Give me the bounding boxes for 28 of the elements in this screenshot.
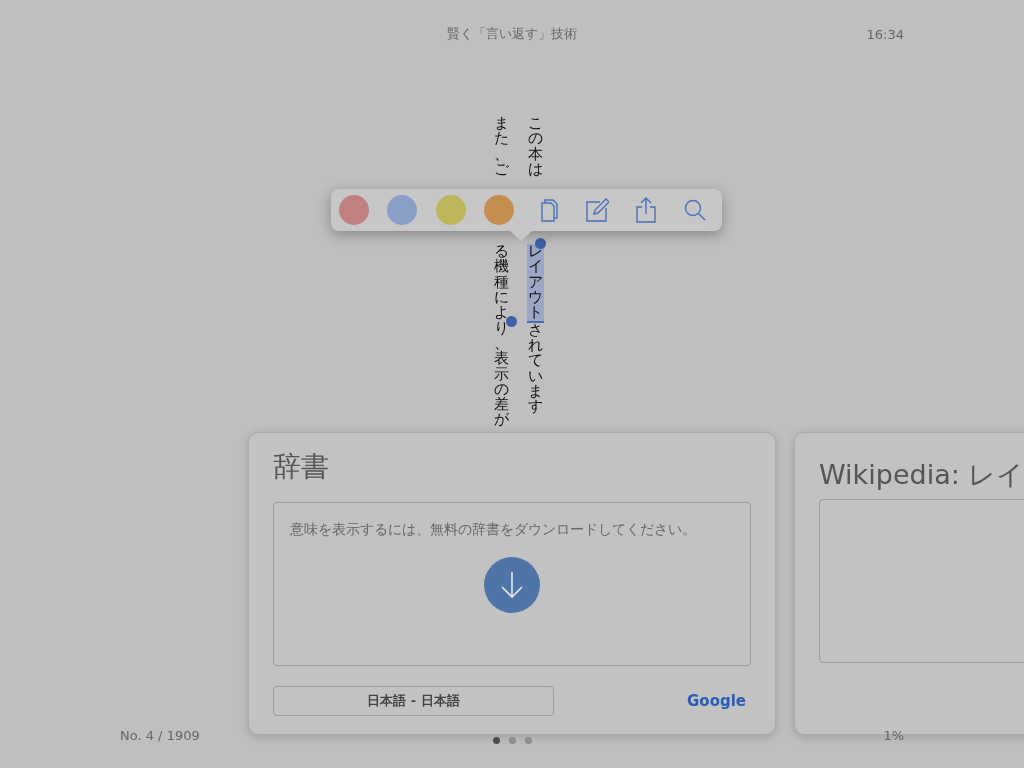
edit-note-icon[interactable] xyxy=(585,198,610,222)
selected-text: レイアウト xyxy=(526,244,544,323)
highlight-color-button[interactable] xyxy=(435,195,466,225)
page-dot[interactable] xyxy=(524,737,532,744)
highlight-color-button[interactable] xyxy=(386,195,417,225)
card-title: 辞書 xyxy=(273,449,330,485)
book-text: この本は xyxy=(527,116,543,178)
page-dot[interactable] xyxy=(492,737,500,744)
book-text: また、ご xyxy=(493,116,509,178)
search-icon[interactable] xyxy=(683,199,706,221)
page-dot[interactable] xyxy=(508,737,516,744)
share-icon[interactable] xyxy=(635,197,656,223)
selection-handle[interactable] xyxy=(506,316,517,327)
book-text: されています xyxy=(527,322,543,415)
location-text: No. 4 / 1909 xyxy=(120,728,201,743)
book-title: 賢く「言い返す」技術 xyxy=(447,25,577,43)
highlight-color-button[interactable] xyxy=(339,195,370,225)
card-title: Wikipedia: レイ xyxy=(819,458,1024,492)
download-button[interactable] xyxy=(484,557,540,613)
copy-icon[interactable] xyxy=(538,198,559,222)
book-text: る機種により、表示の差が xyxy=(493,244,509,428)
dictionary-select-button[interactable]: 日本語 - 日本語 xyxy=(273,686,554,716)
highlight-color-button[interactable] xyxy=(484,195,515,225)
progress-percent: 1% xyxy=(883,728,904,743)
download-message: 意味を表示するには、無料の辞書をダウンロードしてください。 xyxy=(290,521,696,539)
down-arrow-icon xyxy=(500,571,524,599)
clock-time: 16:34 xyxy=(866,26,904,42)
google-link[interactable]: Google xyxy=(687,692,746,710)
